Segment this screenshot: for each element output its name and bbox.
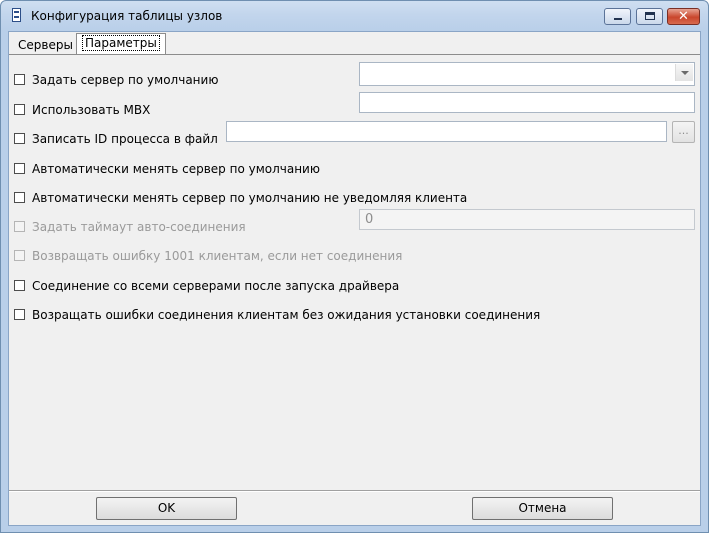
connect-all-servers-checkbox[interactable] — [14, 280, 25, 291]
tab-servers[interactable]: Серверы — [12, 35, 79, 55]
tab-servers-label: Серверы — [18, 38, 73, 52]
parameters-panel: Задать сервер по умолчанию Использовать … — [9, 54, 700, 490]
title-bar[interactable]: Конфигурация таблицы узлов ✕ — [1, 1, 708, 31]
browse-button[interactable]: ... — [672, 121, 695, 143]
auto-switch-silent-checkbox[interactable] — [14, 192, 25, 203]
tab-parameters[interactable]: Параметры — [76, 33, 166, 55]
cancel-button[interactable]: Отмена — [472, 497, 613, 520]
minimize-icon — [614, 18, 622, 20]
pid-file-input[interactable] — [226, 121, 667, 142]
close-icon: ✕ — [678, 9, 689, 24]
return-error-1001-checkbox[interactable] — [14, 250, 25, 261]
button-separator — [9, 490, 700, 492]
default-server-select[interactable] — [359, 62, 695, 86]
auto-switch-silent-label: Автоматически менять сервер по умолчанию… — [32, 191, 468, 205]
mbx-input[interactable] — [359, 92, 695, 113]
tab-parameters-label: Параметры — [82, 35, 160, 51]
dialog-window: Конфигурация таблицы узлов ✕ Серверы Пар… — [0, 0, 709, 533]
use-mbx-checkbox[interactable] — [14, 104, 25, 115]
return-errors-no-wait-checkbox[interactable] — [14, 309, 25, 320]
timeout-value: 0 — [365, 212, 374, 227]
auto-switch-default-label: Автоматически менять сервер по умолчанию — [32, 162, 320, 176]
use-mbx-label: Использовать MBX — [32, 103, 151, 117]
timeout-input[interactable]: 0 — [359, 209, 695, 230]
auto-connect-timeout-label: Задать таймаут авто-соединения — [32, 220, 246, 234]
app-icon — [12, 8, 21, 22]
close-button[interactable]: ✕ — [667, 8, 700, 25]
write-pid-checkbox[interactable] — [14, 133, 25, 144]
return-errors-no-wait-label: Возращать ошибки соединения клиентам без… — [32, 308, 541, 322]
dialog-client-area: Серверы Параметры Задать сервер по умолч… — [8, 31, 701, 526]
write-pid-label: Записать ID процесса в файл — [32, 132, 218, 146]
connect-all-servers-label: Соединение со всеми серверами после запу… — [32, 279, 400, 293]
default-server-checkbox[interactable] — [14, 74, 25, 85]
maximize-icon — [645, 12, 655, 20]
chevron-down-icon[interactable] — [675, 64, 693, 81]
default-server-label: Задать сервер по умолчанию — [32, 73, 219, 87]
return-error-1001-label: Возвращать ошибку 1001 клиентам, если не… — [32, 249, 403, 263]
auto-switch-default-checkbox[interactable] — [14, 163, 25, 174]
auto-connect-timeout-checkbox[interactable] — [14, 221, 25, 232]
ok-button[interactable]: OK — [96, 497, 237, 520]
minimize-button[interactable] — [604, 8, 631, 25]
window-title: Конфигурация таблицы узлов — [31, 9, 223, 23]
maximize-button[interactable] — [636, 8, 663, 25]
